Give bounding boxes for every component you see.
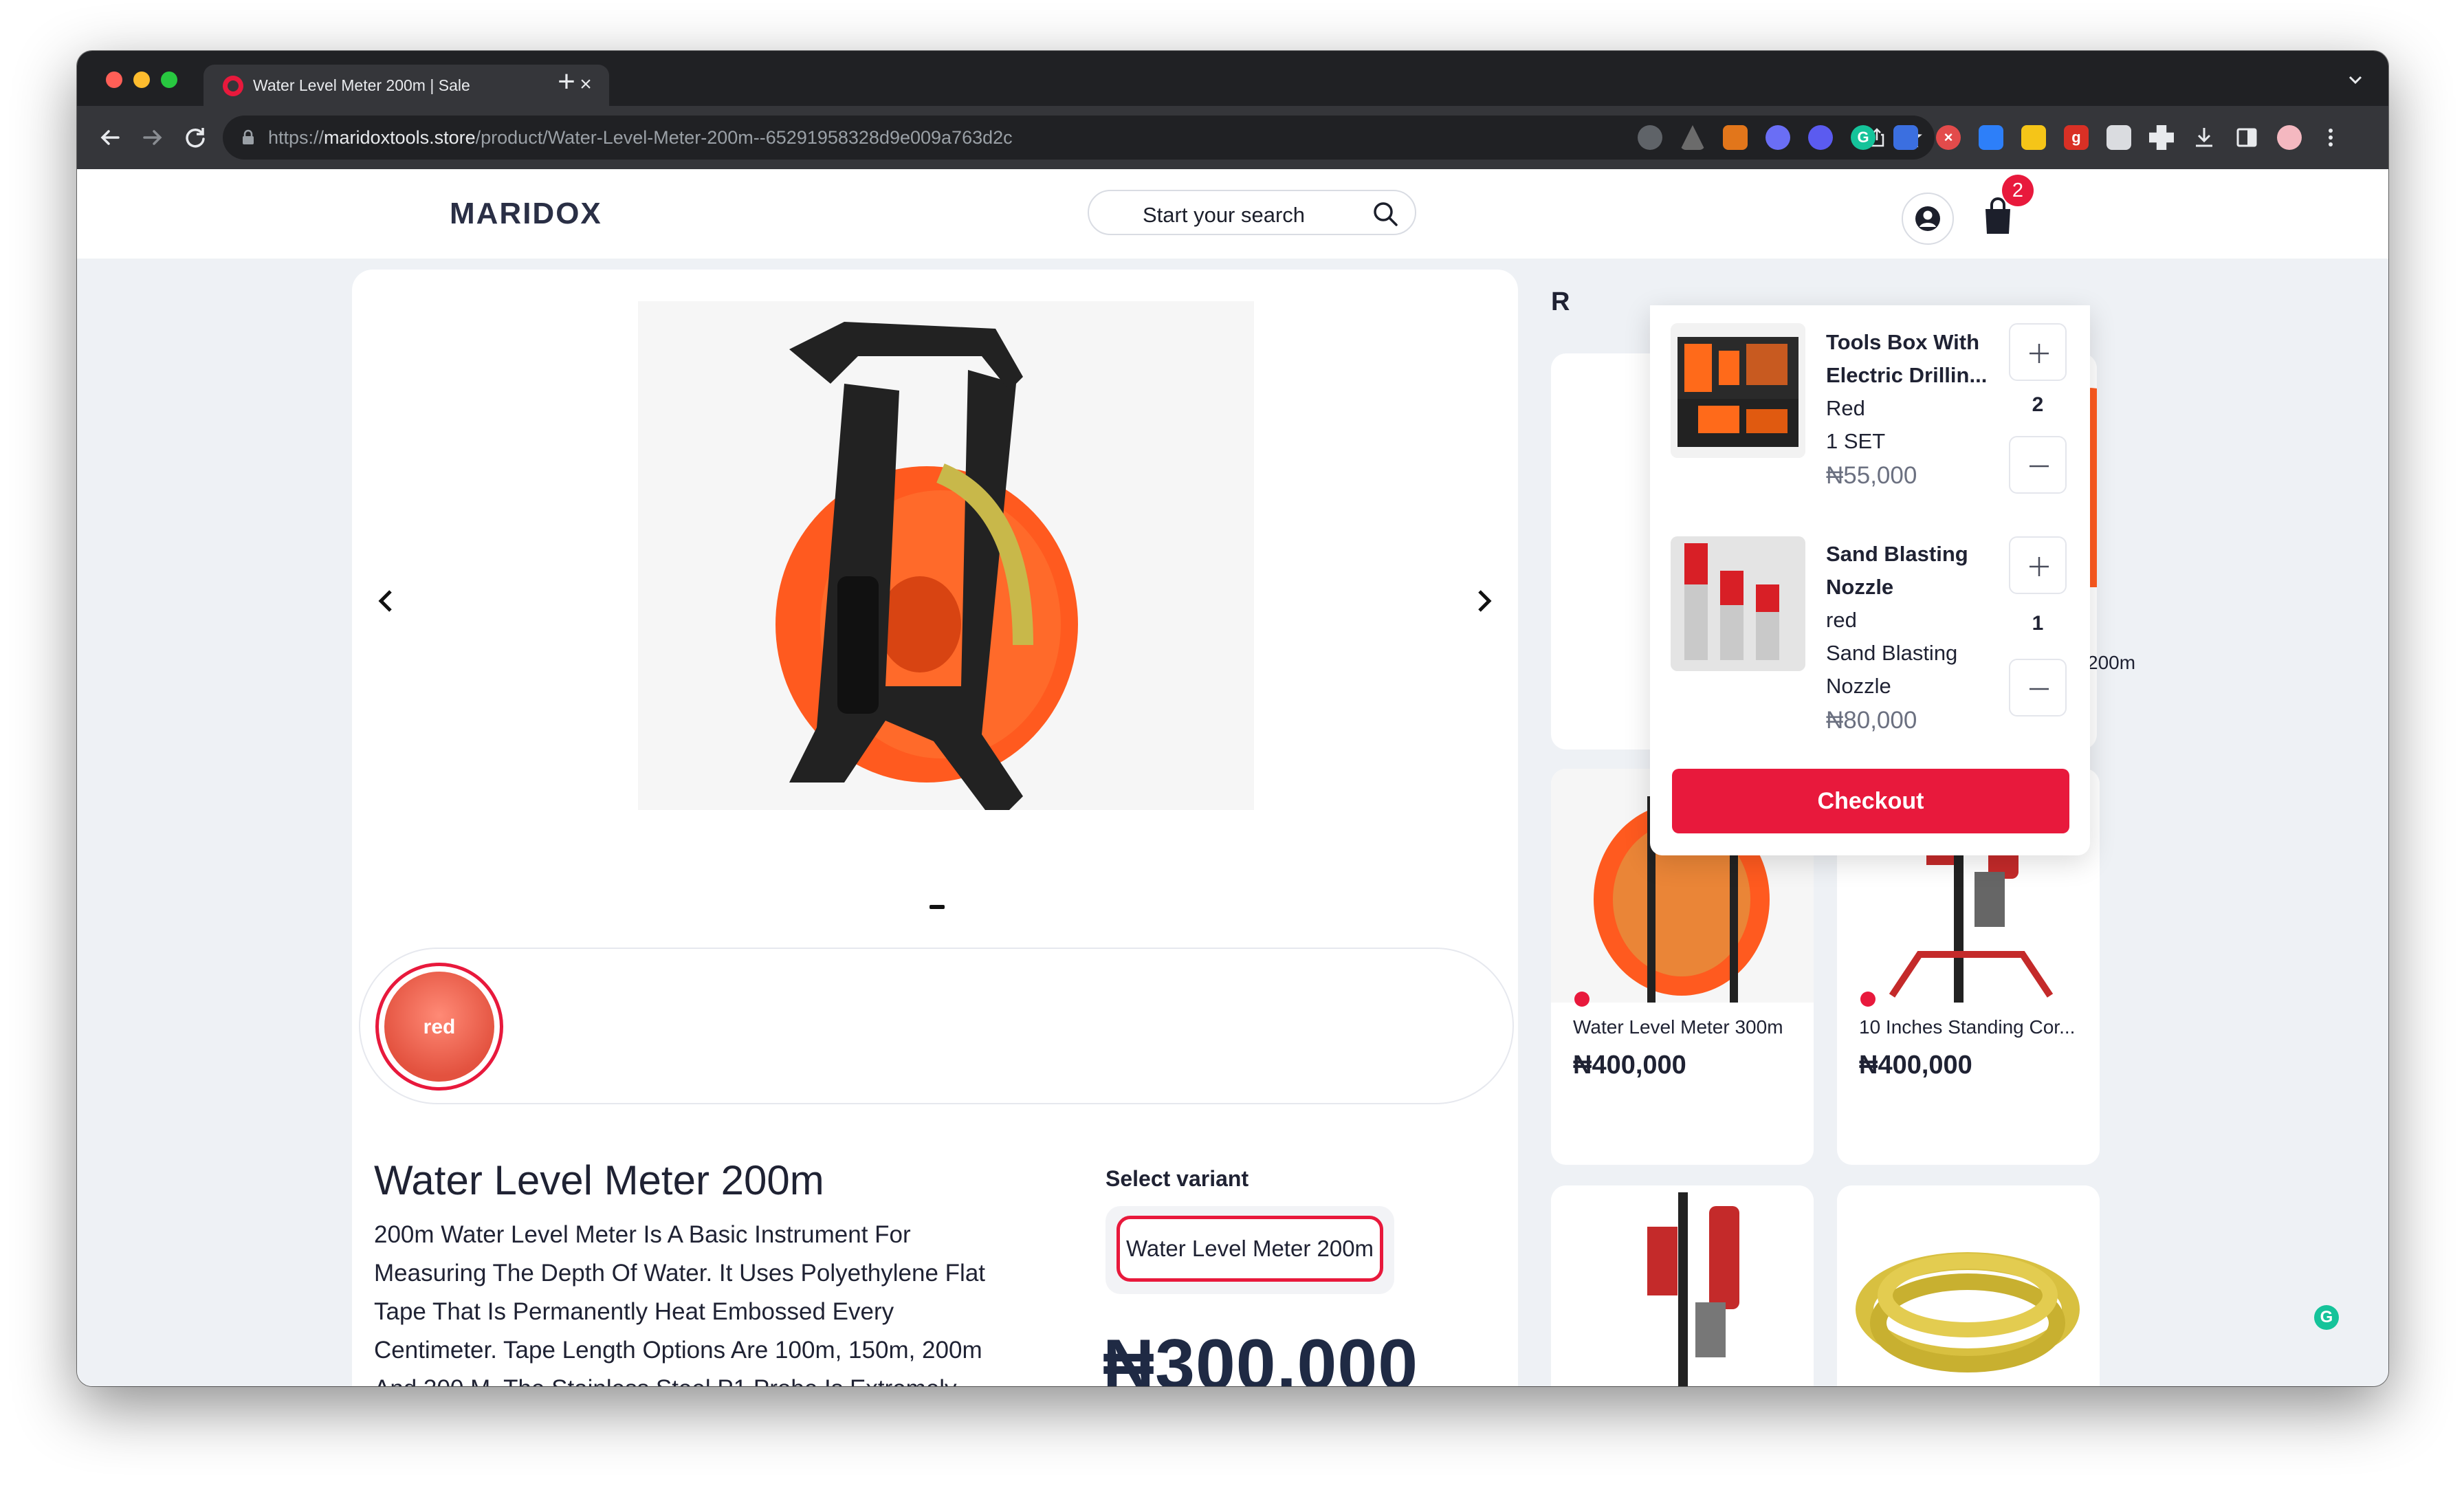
carousel-next-icon[interactable] [1470, 584, 1497, 617]
site-header: MARIDOX Start your search 2 [77, 169, 2388, 259]
site-favicon-icon [223, 76, 243, 96]
cart-item-price: ₦55,000 [1826, 462, 1917, 489]
forward-arrow-icon[interactable] [138, 122, 168, 153]
minus-icon [2030, 465, 2049, 468]
extension-g-icon[interactable]: g [2064, 125, 2089, 150]
url-path: /product/Water-Level-Meter-200m--6529195… [475, 127, 1013, 148]
tab-search-chevron-icon[interactable] [2343, 67, 2368, 92]
web-page: MARIDOX Start your search 2 red Water Le… [77, 169, 2388, 1386]
search-input[interactable]: Start your search [1088, 190, 1416, 235]
minimize-window-button[interactable] [133, 72, 150, 88]
related-name: 10 Inches Standing Cor... [1859, 1016, 2076, 1038]
search-placeholder: Start your search [1143, 203, 1306, 227]
cart-item-quantity: 2 [2032, 393, 2044, 416]
variant-option-selected[interactable]: Water Level Meter 200m [1116, 1216, 1383, 1282]
variant-heading: Select variant [1106, 1166, 1249, 1191]
extension-warning-icon[interactable] [2021, 125, 2046, 150]
browser-tab-bar: Water Level Meter 200m | Sale × + [77, 51, 2388, 106]
close-window-button[interactable] [106, 72, 122, 88]
browser-window: Water Level Meter 200m | Sale × + https:… [77, 51, 2388, 1386]
minus-icon [2030, 688, 2049, 690]
product-description: 200m Water Level Meter Is A Basic Instru… [374, 1221, 986, 1386]
related-partial-label: 200m [2087, 652, 2136, 673]
extension-qr-icon[interactable] [2106, 125, 2131, 150]
increase-quantity-button[interactable] [2009, 323, 2067, 381]
swatch-label: red [423, 1016, 456, 1038]
cart-item-name[interactable]: Tools Box With Electric Drillin... [1826, 326, 1991, 392]
related-heading: R [1551, 287, 1570, 316]
extension-shield-icon[interactable] [1893, 125, 1918, 150]
increase-quantity-button[interactable] [2009, 536, 2067, 594]
related-card[interactable] [1837, 1185, 2100, 1386]
cart-item-thumbnail [1671, 536, 1805, 671]
cart-item-quantity: 1 [2032, 612, 2044, 635]
extension-grammarly-icon[interactable]: G [1851, 125, 1876, 150]
swatch-image: red [384, 972, 494, 1082]
profile-avatar[interactable] [2277, 125, 2302, 150]
user-icon [1915, 206, 1940, 231]
color-swatch-red[interactable]: red [375, 963, 503, 1091]
browser-menu-icon[interactable] [2318, 125, 2343, 150]
new-tab-button[interactable]: + [551, 67, 582, 98]
extension-block-icon[interactable]: × [1936, 125, 1961, 150]
grammarly-icon[interactable]: G [2314, 1305, 2339, 1330]
browser-toolbar: https://maridoxtools.store/product/Water… [77, 106, 2388, 169]
carousel-prev-icon[interactable] [373, 584, 400, 617]
related-card[interactable] [1551, 1185, 1814, 1386]
extension-sun-icon[interactable] [1808, 125, 1833, 150]
search-icon[interactable] [1371, 199, 1400, 228]
cart-item-unit: 1 SET [1826, 429, 1886, 453]
product-price: ₦300,000 [1103, 1325, 1419, 1386]
extension-metamask-icon[interactable] [1723, 125, 1748, 150]
maximize-window-button[interactable] [161, 72, 177, 88]
browser-tab-active[interactable]: Water Level Meter 200m | Sale × [204, 65, 609, 106]
cart-item-price: ₦80,000 [1826, 707, 1917, 734]
address-bar[interactable]: https://maridoxtools.store/product/Water… [223, 116, 1935, 160]
cart-count-badge: 2 [2002, 175, 2034, 206]
url-scheme: https:// [268, 127, 324, 148]
download-icon[interactable] [2192, 125, 2216, 150]
carousel-indicator[interactable] [930, 905, 945, 909]
product-image [638, 301, 1254, 810]
color-swatch-strip: red [359, 948, 1514, 1104]
lock-icon[interactable] [239, 129, 257, 146]
tab-title: Water Level Meter 200m | Sale [253, 76, 470, 94]
cart-dropdown: Tools Box With Electric Drillin... Red 1… [1650, 305, 2090, 855]
account-button[interactable] [1902, 193, 1954, 245]
extension-cloud-icon[interactable] [1638, 125, 1662, 150]
related-name: Water Level Meter 300m [1573, 1016, 1783, 1038]
cart-item-variant: Red [1826, 396, 1865, 420]
extension-alien-icon[interactable] [1766, 125, 1790, 150]
product-card: red Water Level Meter 200m 200m Water Le… [352, 270, 1518, 1386]
url-host: maridoxtools.store [324, 127, 476, 148]
side-panel-icon[interactable] [2234, 125, 2259, 150]
cart-item-unit: Sand Blasting Nozzle [1826, 641, 1958, 698]
variant-options: Water Level Meter 200m [1106, 1206, 1394, 1294]
decrease-quantity-button[interactable] [2009, 659, 2067, 716]
extension-cursor-icon[interactable] [1979, 125, 2003, 150]
related-image [1837, 1185, 2100, 1386]
decrease-quantity-button[interactable] [2009, 436, 2067, 494]
plus-icon [2030, 557, 2049, 576]
back-arrow-icon[interactable] [95, 122, 125, 153]
related-image [1551, 1185, 1814, 1386]
color-dot [1860, 992, 1876, 1007]
plus-icon [2030, 344, 2049, 363]
related-price: ₦400,000 [1573, 1051, 1686, 1080]
extensions-puzzle-icon[interactable] [2149, 125, 2174, 150]
site-logo[interactable]: MARIDOX [450, 197, 602, 231]
reload-icon[interactable] [180, 122, 210, 153]
color-dot [1574, 992, 1590, 1007]
cart-item-name[interactable]: Sand Blasting Nozzle [1826, 538, 1991, 604]
url-text[interactable]: https://maridoxtools.store/product/Water… [268, 127, 1013, 149]
cart-item-thumbnail [1671, 323, 1805, 458]
related-price: ₦400,000 [1859, 1051, 1972, 1080]
product-title: Water Level Meter 200m [374, 1157, 824, 1203]
cart-item-variant: red [1826, 608, 1857, 632]
checkout-button[interactable]: Checkout [1672, 769, 2069, 833]
